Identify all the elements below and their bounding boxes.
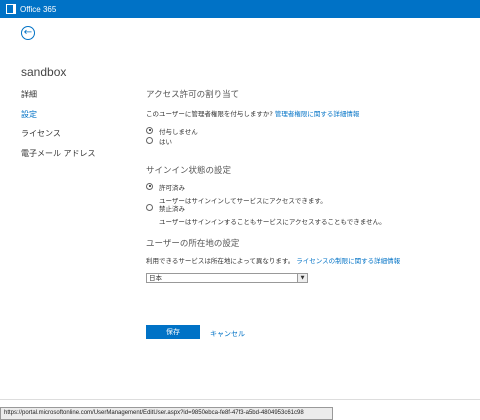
side-nav: 詳細 設定 ライセンス 電子メール アドレス [21,89,96,167]
nav-item-settings[interactable]: 設定 [21,109,96,129]
back-arrow-icon[interactable]: ← [21,26,35,40]
browser-status-bar: https://portal.microsoftonline.com/UserM… [0,407,333,420]
license-restrictions-help-link[interactable]: ライセンスの制限に関する詳細情報 [296,257,400,265]
office-logo-icon [6,4,16,14]
radio-description: ユーザーはサインインすることもサービスにアクセスすることもできません。 [159,218,386,226]
radio-button[interactable] [146,182,153,190]
top-bar: Office 365 [0,0,480,18]
location-info: 利用できるサービスは所在地によって異なります。 [146,257,295,265]
radio-label: 付与しません [159,128,198,136]
access-heading: アクセス許可の割り当て [146,90,240,100]
signin-heading: サインイン状態の設定 [146,166,232,176]
location-select-value: 日本 [149,274,162,282]
access-question-row: このユーザーに管理者権限を付与しますか? 管理者権限に関する詳細情報 [146,108,359,118]
nav-item-details[interactable]: 詳細 [21,89,96,109]
location-heading: ユーザーの所在地の設定 [146,239,240,249]
admin-no-option[interactable]: 付与しません [146,126,198,136]
radio-label: 許可済み [159,184,185,192]
footer-divider [0,399,480,400]
chevron-down-icon[interactable]: ▼ [297,274,307,282]
cancel-link[interactable]: キャンセル [210,329,245,339]
radio-label: はい [159,138,172,146]
radio-label: 禁止済み [159,205,185,213]
signin-allowed-option[interactable]: 許可済み ユーザーはサインインしてサービスにアクセスできます。 [146,182,327,205]
save-button[interactable]: 保存 [146,325,200,339]
signin-blocked-option[interactable]: 禁止済み ユーザーはサインインすることもサービスにアクセスすることもできません。 [146,203,386,226]
radio-button[interactable] [146,126,153,134]
location-select[interactable]: 日本 ▼ [146,273,308,283]
radio-button[interactable] [146,203,153,211]
app-title: Office 365 [20,4,57,14]
page-title: sandbox [21,65,67,79]
location-info-row: 利用できるサービスは所在地によって異なります。 ライセンスの制限に関する詳細情報 [146,255,400,265]
nav-item-licenses[interactable]: ライセンス [21,128,96,148]
nav-item-email-addresses[interactable]: 電子メール アドレス [21,148,96,168]
radio-button[interactable] [146,136,153,144]
access-question: このユーザーに管理者権限を付与しますか? [146,110,273,118]
admin-yes-option[interactable]: はい [146,136,172,146]
admin-roles-help-link[interactable]: 管理者権限に関する詳細情報 [275,110,360,118]
